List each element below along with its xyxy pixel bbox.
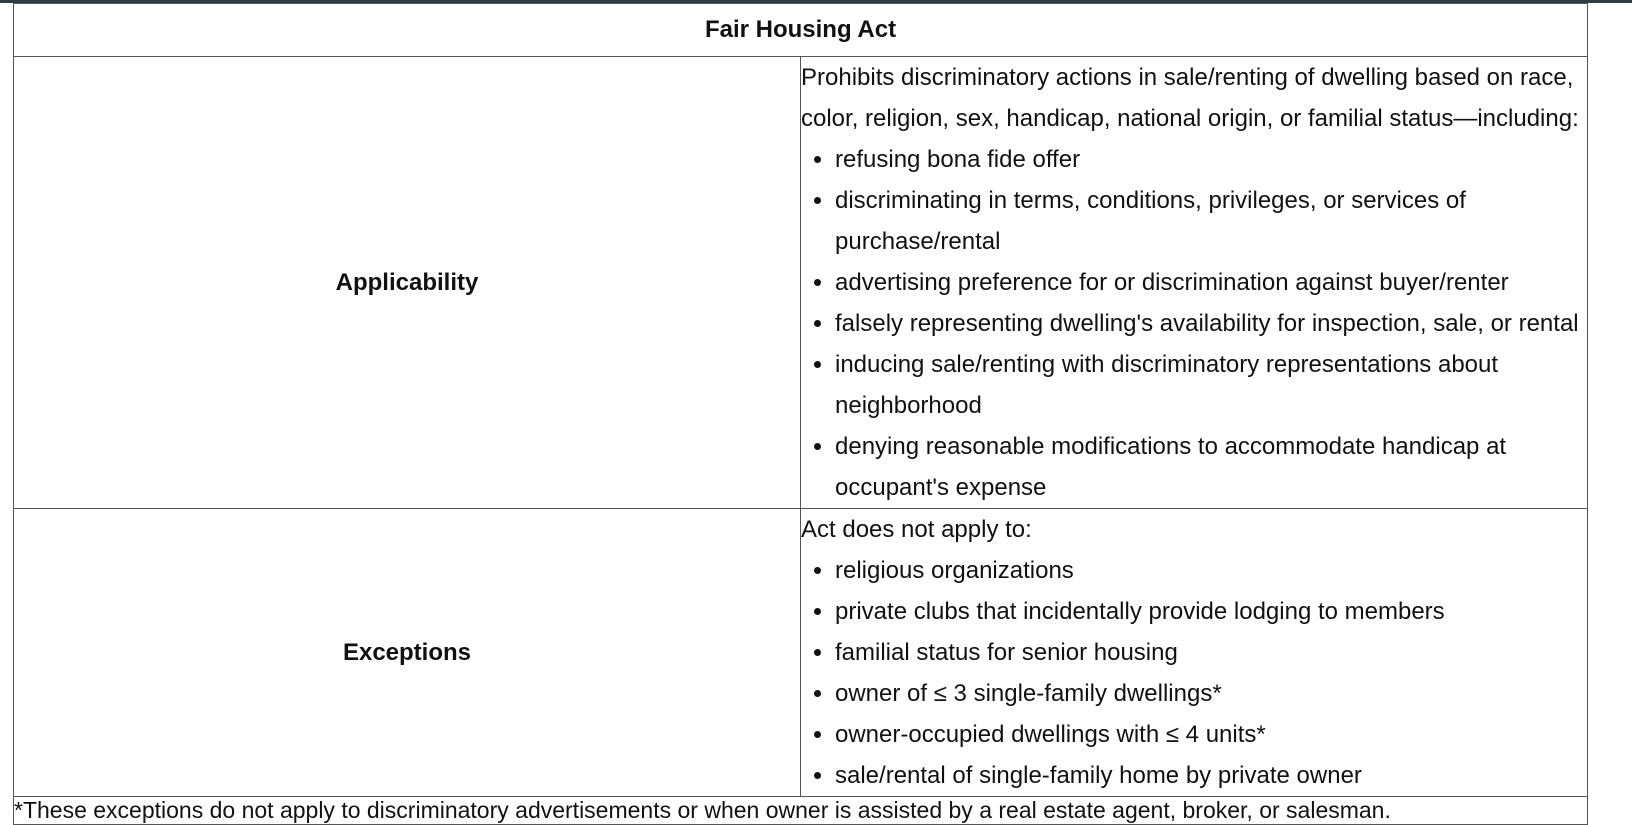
list-item: falsely representing dwelling's availabi… [835, 303, 1587, 344]
table-container: Fair Housing Act Applicability Prohibits… [13, 3, 1588, 825]
applicability-intro: Prohibits discriminatory actions in sale… [801, 64, 1579, 132]
exceptions-content: Act does not apply to: religious organiz… [800, 508, 1588, 797]
applicability-row: Applicability Prohibits discriminatory a… [13, 56, 1588, 509]
table-title: Fair Housing Act [13, 3, 1588, 57]
list-item: discriminating in terms, conditions, pri… [835, 180, 1587, 262]
list-item: refusing bona fide offer [835, 139, 1587, 180]
list-item: advertising preference for or discrimina… [835, 262, 1587, 303]
footnote-row: *These exceptions do not apply to discri… [13, 796, 1588, 825]
exceptions-list: religious organizations private clubs th… [801, 550, 1587, 796]
applicability-content: Prohibits discriminatory actions in sale… [800, 56, 1588, 509]
fair-housing-table: Fair Housing Act Applicability Prohibits… [13, 3, 1588, 825]
list-item: private clubs that incidentally provide … [835, 591, 1587, 632]
exceptions-label: Exceptions [13, 508, 801, 797]
list-item: denying reasonable modifications to acco… [835, 426, 1587, 508]
exceptions-row: Exceptions Act does not apply to: religi… [13, 508, 1588, 797]
list-item: sale/rental of single-family home by pri… [835, 755, 1587, 796]
applicability-label: Applicability [13, 56, 801, 509]
list-item: inducing sale/renting with discriminator… [835, 344, 1587, 426]
list-item: owner-occupied dwellings with ≤ 4 units* [835, 714, 1587, 755]
list-item: religious organizations [835, 550, 1587, 591]
list-item: familial status for senior housing [835, 632, 1587, 673]
applicability-list: refusing bona fide offer discriminating … [801, 139, 1587, 508]
title-row: Fair Housing Act [13, 3, 1588, 57]
footnote: *These exceptions do not apply to discri… [13, 796, 1588, 825]
list-item: owner of ≤ 3 single-family dwellings* [835, 673, 1587, 714]
exceptions-intro: Act does not apply to: [801, 516, 1032, 543]
